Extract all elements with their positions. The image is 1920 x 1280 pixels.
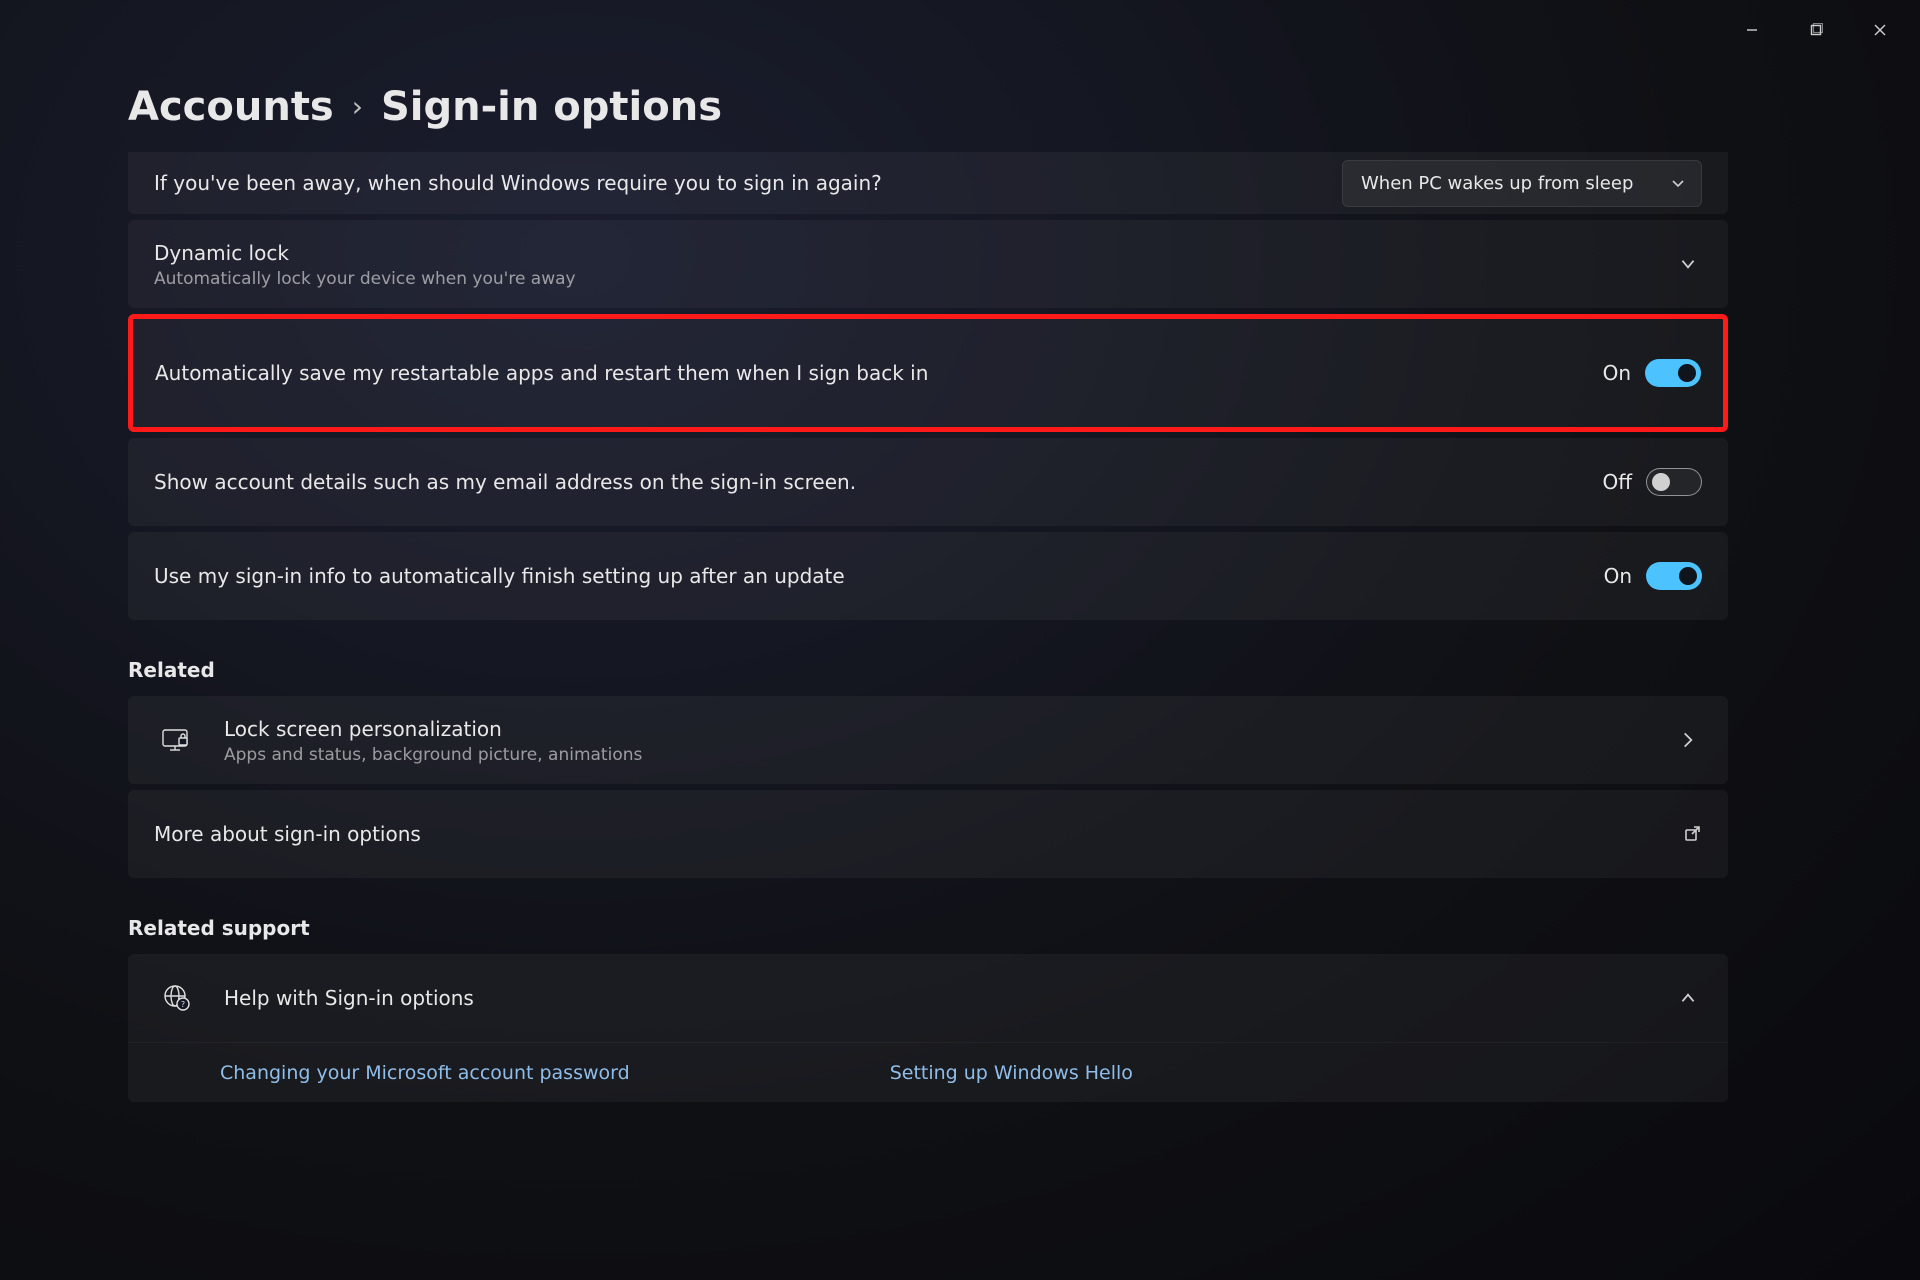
show-account-toggle[interactable] xyxy=(1646,468,1702,496)
signin-timeout-label: If you've been away, when should Windows… xyxy=(154,170,882,197)
minimize-button[interactable] xyxy=(1720,12,1784,48)
globe-help-icon: ? xyxy=(154,977,196,1019)
chevron-down-icon[interactable] xyxy=(1674,250,1702,278)
show-account-details-row: Show account details such as my email ad… xyxy=(128,438,1728,526)
link-setup-windows-hello[interactable]: Setting up Windows Hello xyxy=(890,1062,1133,1084)
page-title: Sign-in options xyxy=(381,84,722,130)
close-button[interactable] xyxy=(1848,12,1912,48)
signin-timeout-value: When PC wakes up from sleep xyxy=(1361,173,1633,194)
settings-content: Accounts › Sign-in options If you've bee… xyxy=(128,84,1728,1108)
dynamic-lock-sub: Automatically lock your device when you'… xyxy=(154,269,1674,289)
signin-timeout-row: If you've been away, when should Windows… xyxy=(128,152,1728,214)
window-titlebar xyxy=(1720,0,1920,48)
lock-screen-personalization-row[interactable]: Lock screen personalization Apps and sta… xyxy=(128,696,1728,784)
help-signin-title: Help with Sign-in options xyxy=(224,985,1674,1012)
auto-finish-label: Use my sign-in info to automatically fin… xyxy=(154,563,1604,590)
chevron-right-icon: › xyxy=(352,90,363,123)
open-external-icon xyxy=(1682,824,1702,844)
auto-finish-state-label: On xyxy=(1604,564,1632,588)
dynamic-lock-row[interactable]: Dynamic lock Automatically lock your dev… xyxy=(128,220,1728,308)
monitor-lock-icon xyxy=(154,719,196,761)
more-about-signin-row[interactable]: More about sign-in options xyxy=(128,790,1728,878)
help-signin-row[interactable]: ? Help with Sign-in options xyxy=(128,954,1728,1042)
lock-screen-title: Lock screen personalization xyxy=(224,716,1674,743)
restart-apps-toggle[interactable] xyxy=(1645,359,1701,387)
auto-finish-setup-row: Use my sign-in info to automatically fin… xyxy=(128,532,1728,620)
related-support-header: Related support xyxy=(128,916,1728,940)
svg-text:?: ? xyxy=(181,1000,185,1009)
show-account-details-label: Show account details such as my email ad… xyxy=(154,469,1602,496)
related-header: Related xyxy=(128,658,1728,682)
dynamic-lock-title: Dynamic lock xyxy=(154,240,1674,267)
link-change-password[interactable]: Changing your Microsoft account password xyxy=(220,1062,630,1084)
restart-apps-state-label: On xyxy=(1603,361,1631,385)
help-signin-links: Changing your Microsoft account password… xyxy=(128,1042,1728,1102)
maximize-button[interactable] xyxy=(1784,12,1848,48)
chevron-down-icon xyxy=(1669,174,1687,192)
chevron-right-icon xyxy=(1674,726,1702,754)
breadcrumb-parent[interactable]: Accounts xyxy=(128,84,334,130)
restart-apps-row-highlighted: Automatically save my restartable apps a… xyxy=(128,314,1728,432)
lock-screen-sub: Apps and status, background picture, ani… xyxy=(224,745,1674,765)
restart-apps-label: Automatically save my restartable apps a… xyxy=(155,360,1603,387)
chevron-up-icon[interactable] xyxy=(1674,984,1702,1012)
show-account-state-label: Off xyxy=(1602,470,1632,494)
signin-timeout-dropdown[interactable]: When PC wakes up from sleep xyxy=(1342,160,1702,207)
more-about-title: More about sign-in options xyxy=(154,821,1682,848)
auto-finish-toggle[interactable] xyxy=(1646,562,1702,590)
breadcrumb: Accounts › Sign-in options xyxy=(128,84,1728,130)
